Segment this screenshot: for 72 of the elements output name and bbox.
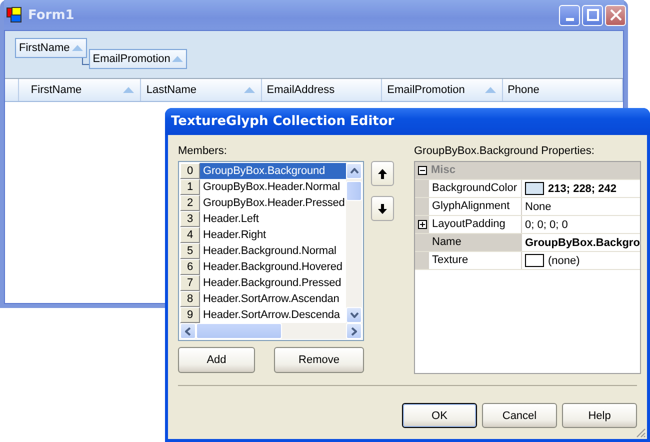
- list-item[interactable]: Header.Right: [200, 227, 346, 243]
- column-header[interactable]: EmailAddress: [262, 79, 382, 101]
- resize-grip-icon[interactable]: [635, 427, 646, 438]
- property-value[interactable]: GroupByBox.Backgro: [525, 236, 640, 248]
- minimize-icon: [566, 18, 574, 20]
- column-header[interactable]: EmailPromotion: [382, 79, 503, 101]
- index-cell: 6: [180, 259, 200, 275]
- scrollbar-thumb[interactable]: [346, 181, 362, 201]
- list-item[interactable]: GroupByBox.Header.Normal: [200, 179, 346, 195]
- close-button[interactable]: [605, 4, 626, 26]
- group-by-header[interactable]: FirstName: [15, 38, 87, 58]
- category-label: Misc: [430, 163, 456, 178]
- vertical-scrollbar[interactable]: [346, 163, 362, 323]
- property-name[interactable]: GlyphAlignment: [429, 198, 522, 215]
- sort-arrow-icon: [172, 56, 184, 62]
- list-item[interactable]: Header.Left: [200, 211, 346, 227]
- add-button[interactable]: Add: [178, 347, 255, 373]
- list-item[interactable]: Header.Background.Normal: [200, 243, 346, 259]
- list-item[interactable]: GroupByBox.Background: [200, 163, 346, 179]
- index-cell: 0: [180, 163, 200, 179]
- index-cell: 9: [180, 307, 200, 323]
- property-value[interactable]: (none): [548, 254, 580, 266]
- arrow-up-icon: [378, 168, 387, 178]
- scroll-down-icon: [350, 312, 358, 318]
- property-name[interactable]: LayoutPadding: [429, 216, 522, 233]
- scroll-left-icon: [185, 326, 191, 336]
- members-label: Members:: [178, 145, 228, 159]
- property-name[interactable]: BackgroundColor: [429, 180, 522, 197]
- dialog-title: TextureGlyph Collection Editor: [171, 114, 394, 129]
- properties-label: GroupByBox.Background Properties:: [414, 145, 596, 159]
- property-name[interactable]: Name: [429, 234, 522, 251]
- window-title: Form1: [28, 8, 74, 22]
- index-cell: 3: [180, 211, 200, 227]
- remove-button[interactable]: Remove: [274, 347, 364, 373]
- cancel-button[interactable]: Cancel: [482, 403, 557, 428]
- index-cell: 5: [180, 243, 200, 259]
- app-icon: [6, 7, 22, 23]
- property-name[interactable]: Texture: [429, 252, 522, 269]
- maximize-icon: [586, 9, 598, 21]
- index-cell: 8: [180, 291, 200, 307]
- help-button[interactable]: Help: [562, 403, 637, 428]
- property-value[interactable]: 0; 0; 0; 0: [525, 218, 568, 230]
- sort-arrow-icon: [72, 45, 83, 51]
- arrow-down-icon: [378, 204, 387, 214]
- move-up-button[interactable]: [371, 161, 394, 186]
- property-value[interactable]: None: [525, 200, 552, 212]
- maximize-button[interactable]: [582, 4, 603, 26]
- close-icon: [610, 9, 622, 21]
- index-cell: 4: [180, 227, 200, 243]
- list-item[interactable]: Header.Background.Hovered: [200, 259, 346, 275]
- move-down-button[interactable]: [371, 196, 394, 221]
- list-item[interactable]: Header.SortArrow.Ascendan: [200, 291, 346, 307]
- ok-button[interactable]: OK: [402, 403, 477, 428]
- index-cell: 2: [180, 195, 200, 211]
- collapse-icon[interactable]: [418, 166, 426, 175]
- members-list[interactable]: [178, 161, 364, 341]
- list-item[interactable]: Header.Background.Pressed: [200, 275, 346, 291]
- list-item[interactable]: Header.SortArrow.Descenda: [200, 307, 346, 323]
- index-cell: 7: [180, 275, 200, 291]
- column-header[interactable]: LastName: [141, 79, 262, 101]
- scrollbar-thumb[interactable]: [196, 323, 282, 339]
- minimize-button[interactable]: [559, 4, 580, 26]
- group-by-header[interactable]: EmailPromotion: [88, 49, 188, 69]
- scroll-right-icon: [351, 326, 357, 336]
- index-cell: 1: [180, 179, 200, 195]
- expand-icon[interactable]: [418, 220, 426, 229]
- horizontal-scrollbar[interactable]: [180, 323, 362, 339]
- property-value[interactable]: 213; 228; 242: [548, 182, 616, 194]
- scroll-up-icon: [350, 168, 358, 174]
- column-header[interactable]: Phone: [502, 79, 623, 101]
- list-item[interactable]: GroupByBox.Header.Pressed: [200, 195, 346, 211]
- column-header[interactable]: FirstName: [18, 79, 142, 101]
